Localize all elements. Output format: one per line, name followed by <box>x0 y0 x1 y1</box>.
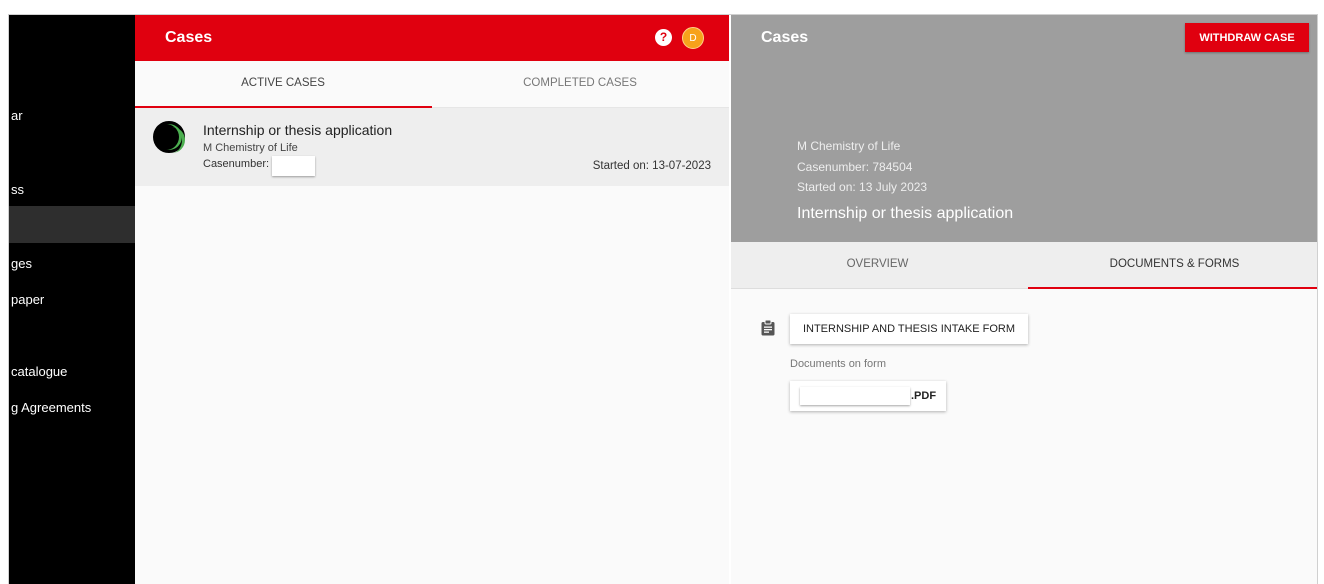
case-program: M Chemistry of Life <box>203 142 298 154</box>
intake-form-button[interactable]: INTERNSHIP AND THESIS INTAKE FORM <box>790 314 1028 344</box>
sidebar-item-5[interactable]: paper <box>11 292 44 307</box>
case-title: Internship or thesis application <box>203 122 393 138</box>
app-frame: ar ss ges paper catalogue g Agreements C… <box>8 14 1318 584</box>
cases-title: Cases <box>165 29 213 46</box>
file-extension: .PDF <box>911 390 937 402</box>
redacted-file-name <box>800 387 910 405</box>
sidebar-item-1[interactable]: ar <box>11 108 23 123</box>
tab-documents-forms[interactable]: DOCUMENTS & FORMS <box>1028 242 1317 288</box>
sidebar-item-4[interactable]: ges <box>11 256 32 271</box>
tab-overview[interactable]: OVERVIEW <box>731 242 1024 288</box>
clipboard-icon <box>761 320 775 336</box>
sidebar-item-2[interactable]: ss <box>11 182 24 197</box>
documents-on-form-label: Documents on form <box>790 358 886 370</box>
detail-title: Cases <box>761 29 809 46</box>
sidebar: ar ss ges paper catalogue g Agreements <box>9 15 135 584</box>
document-file-button[interactable]: .PDF <box>790 381 946 411</box>
sidebar-item-7[interactable]: g Agreements <box>11 400 91 415</box>
detail-tabs: OVERVIEW DOCUMENTS & FORMS <box>731 242 1317 289</box>
progress-ring-icon <box>153 121 185 153</box>
detail-case-name: Internship or thesis application <box>797 205 1014 222</box>
sidebar-item-6[interactable]: catalogue <box>11 364 67 379</box>
detail-start-date: Started on: 13 July 2023 <box>797 180 928 194</box>
cases-panel: Cases ? D ACTIVE CASES COMPLETED CASES I… <box>135 15 729 584</box>
detail-casenumber: Casenumber: 784504 <box>797 160 913 174</box>
tab-active-cases[interactable]: ACTIVE CASES <box>135 61 431 107</box>
avatar[interactable]: D <box>682 27 704 49</box>
sidebar-item-active[interactable] <box>9 206 135 243</box>
tab-completed-cases[interactable]: COMPLETED CASES <box>432 61 728 107</box>
detail-program: M Chemistry of Life <box>797 139 901 153</box>
withdraw-case-button[interactable]: WITHDRAW CASE <box>1185 23 1309 52</box>
case-start-date: Started on: 13-07-2023 <box>592 160 711 172</box>
detail-header: Cases WITHDRAW CASE M Chemistry of Life … <box>731 15 1317 242</box>
help-icon[interactable]: ? <box>655 29 672 46</box>
cases-tabs: ACTIVE CASES COMPLETED CASES <box>135 61 729 108</box>
case-list-item[interactable]: Internship or thesis application M Chemi… <box>135 108 729 186</box>
active-tab-indicator <box>1028 287 1317 289</box>
case-number-label: Casenumber: <box>203 158 270 170</box>
redacted-case-number <box>272 156 315 176</box>
case-detail-panel: Cases WITHDRAW CASE M Chemistry of Life … <box>731 15 1317 584</box>
cases-header: Cases ? D <box>135 15 729 61</box>
